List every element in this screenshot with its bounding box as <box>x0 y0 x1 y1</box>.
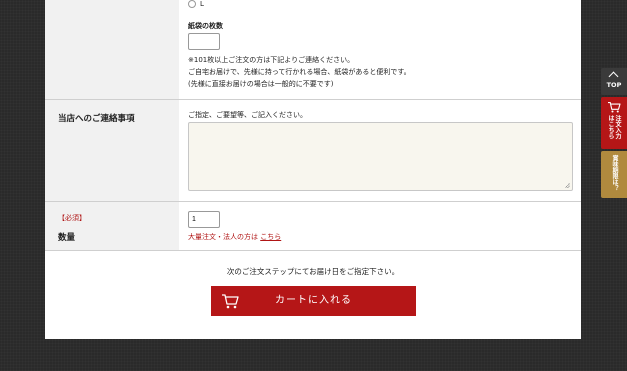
order-entry-label-2: はこちら <box>607 115 614 139</box>
radio-size-l-label: L <box>200 0 204 8</box>
contact-notes-header-cell: 当店へのご連絡事項 <box>45 100 179 201</box>
quantity-label: 数量 <box>58 233 76 243</box>
bag-note-3: (先様に直接お届けの場合は一般的に不要です) <box>188 80 334 88</box>
contact-notes-content-cell: ご指定、ご要望等、ご記入ください。 <box>179 100 581 201</box>
order-entry-tab[interactable]: 注文入力 はこちら <box>601 97 627 149</box>
required-badge: 【必須】 <box>58 214 86 222</box>
contact-notes-label: 当店へのご連絡事項 <box>58 114 135 124</box>
back-to-top-button[interactable]: TOP <box>601 68 627 95</box>
contact-instruction: ご指定、ご要望等、ご記入ください。 <box>188 111 307 119</box>
bag-count-label: 紙袋の枚数 <box>188 22 223 30</box>
quantity-input[interactable] <box>188 211 220 228</box>
next-step-note: 次のご注文ステップにてお届け日をご指定下さい。 <box>226 267 400 276</box>
bag-options-header-cell <box>45 0 179 99</box>
radio-size-l[interactable] <box>188 0 196 8</box>
resize-handle-icon[interactable] <box>565 183 570 188</box>
add-to-cart-button[interactable]: カートに入れる <box>211 286 416 316</box>
order-entry-label-1: 注文入力 <box>614 115 621 139</box>
bag-options-row: L 紙袋の枚数 ※101枚以上ご注文の方は下記よりご連絡ください。 ご自宅お届け… <box>45 0 581 100</box>
expiry-info-tab[interactable]: 賞味期限は？ <box>601 151 627 198</box>
bag-options-content-cell: L 紙袋の枚数 ※101枚以上ご注文の方は下記よりご連絡ください。 ご自宅お届け… <box>179 0 581 99</box>
bulk-order-link[interactable]: こちら <box>260 233 281 241</box>
cart-icon <box>608 101 621 113</box>
expiry-info-label: 賞味期限は？ <box>611 155 618 191</box>
order-form-panel: L 紙袋の枚数 ※101枚以上ご注文の方は下記よりご連絡ください。 ご自宅お届け… <box>45 0 581 339</box>
contact-notes-row: 当店へのご連絡事項 ご指定、ご要望等、ご記入ください。 <box>45 100 581 202</box>
add-to-cart-label: カートに入れる <box>275 295 352 306</box>
back-to-top-label: TOP <box>606 81 622 89</box>
bulk-order-text: 大量注文・法人の方は <box>188 233 258 241</box>
bag-note-1: ※101枚以上ご注文の方は下記よりご連絡ください。 <box>188 56 355 64</box>
quantity-content-cell: 大量注文・法人の方は こちら <box>179 202 581 250</box>
bag-note-2: ご自宅お届けで、先様に持って行かれる場合、紙袋があると便利です。 <box>188 68 411 76</box>
chevron-up-icon <box>608 71 619 82</box>
contact-notes-textarea[interactable] <box>188 122 573 191</box>
quantity-row: 【必須】 数量 大量注文・法人の方は こちら <box>45 202 581 251</box>
quantity-header-cell: 【必須】 数量 <box>45 202 179 250</box>
bulk-order-note: 大量注文・法人の方は こちら <box>188 232 281 242</box>
bag-count-input[interactable] <box>188 33 220 50</box>
